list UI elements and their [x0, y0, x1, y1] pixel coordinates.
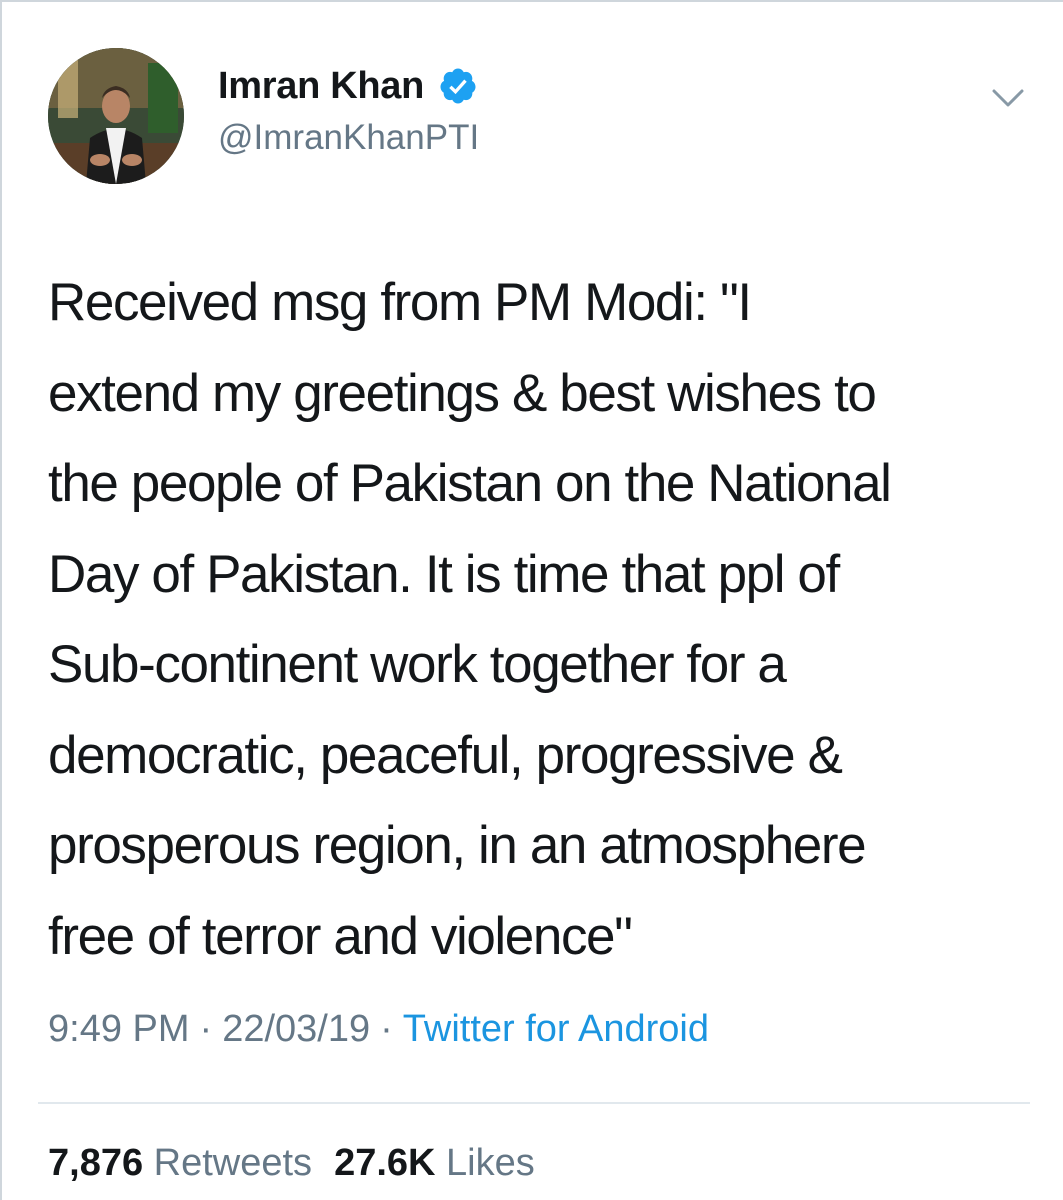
tweet-date[interactable]: 22/03/19 [222, 1008, 370, 1050]
tweet-metadata: 9:49 PM · 22/03/19 · Twitter for Android [48, 1008, 709, 1051]
author-names: Imran Khan @ImranKhanPTI [218, 62, 479, 158]
profile-photo-icon [48, 48, 184, 184]
chevron-down-icon[interactable] [988, 78, 1028, 118]
tweet-card: Imran Khan @ImranKhanPTI Received msg fr… [0, 0, 1063, 1200]
likes-stat[interactable]: 27.6K Likes [334, 1142, 535, 1184]
display-name[interactable]: Imran Khan [218, 65, 424, 108]
retweets-label: Retweets [153, 1142, 313, 1184]
name-row: Imran Khan [218, 62, 479, 110]
author-handle[interactable]: @ImranKhanPTI [218, 118, 479, 158]
likes-label: Likes [446, 1142, 535, 1184]
meta-separator: · [380, 1008, 393, 1050]
meta-separator: · [199, 1008, 213, 1050]
retweets-count: 7,876 [48, 1142, 144, 1184]
avatar[interactable] [48, 48, 184, 184]
likes-count: 27.6K [334, 1142, 436, 1184]
tweet-text: Received msg from PM Modi: "I extend my … [48, 273, 892, 966]
tweet-time[interactable]: 9:49 PM [48, 1008, 190, 1050]
tweet-stats: 7,876 Retweets 27.6K Likes [48, 1142, 535, 1185]
verified-badge-icon [440, 68, 476, 104]
tweet-header: Imran Khan @ImranKhanPTI [48, 48, 1028, 188]
tweet-source-link[interactable]: Twitter for Android [403, 1008, 709, 1050]
retweets-stat[interactable]: 7,876 Retweets [48, 1142, 312, 1184]
divider [38, 1102, 1030, 1104]
